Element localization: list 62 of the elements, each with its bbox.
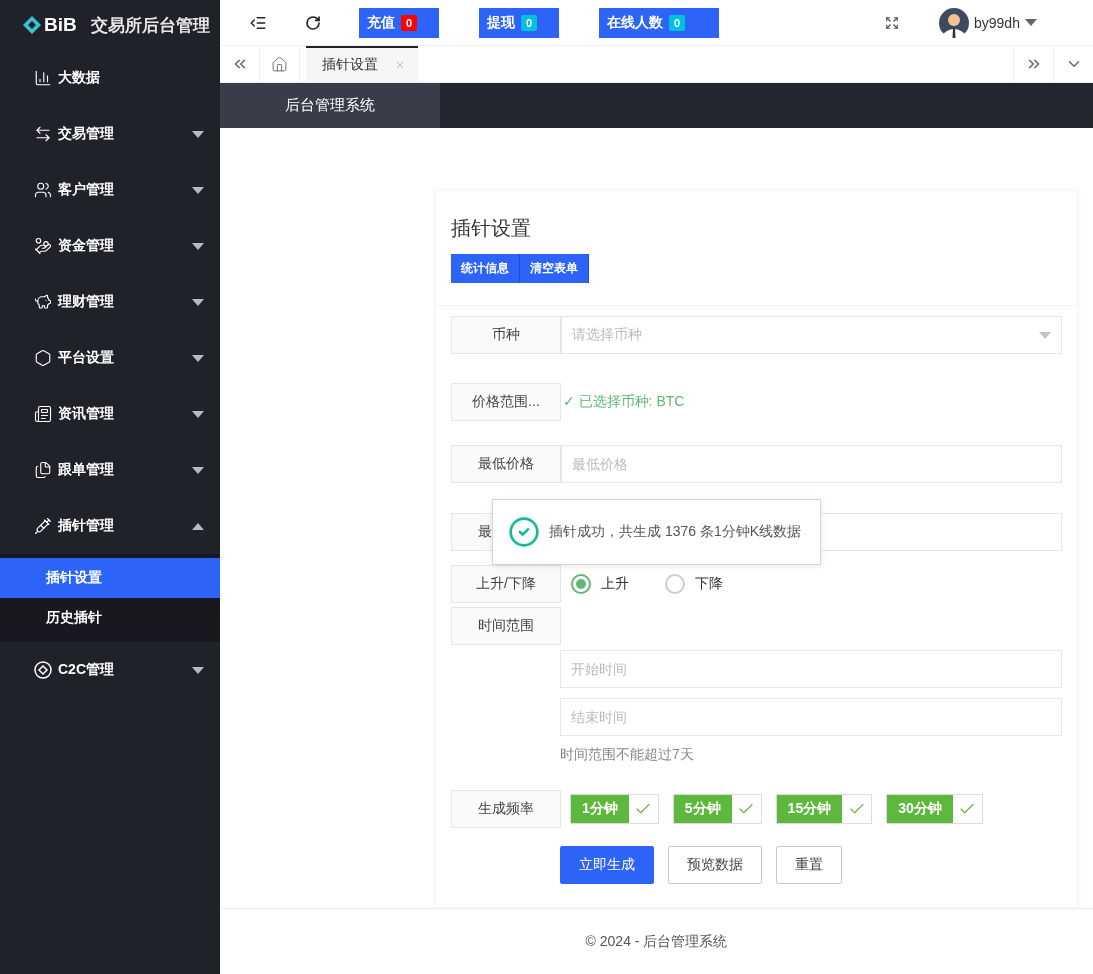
field-label: 币种 <box>451 316 561 354</box>
count-badge: 0 <box>401 14 418 31</box>
input-field[interactable]: 最低价格 <box>561 445 1062 483</box>
radio-option[interactable]: 上升 <box>571 574 629 594</box>
piggy-bank-icon <box>34 293 52 311</box>
sidebar-item[interactable]: 跟单管理 <box>0 442 220 498</box>
page-tab[interactable]: 插针设置 <box>306 46 418 82</box>
sidebar-item[interactable]: 插针管理 <box>0 498 220 554</box>
stat-button[interactable]: 充值 0 <box>359 7 439 38</box>
count-badge: 0 <box>521 14 538 31</box>
sidebar-item[interactable]: C2C管理 <box>0 642 220 698</box>
footer-text: © 2024 - 后台管理系统 <box>585 932 728 951</box>
refresh-icon[interactable] <box>305 14 321 31</box>
sidebar-item[interactable]: 大数据 <box>0 50 220 106</box>
close-icon[interactable] <box>394 59 406 71</box>
action-button[interactable]: 统计信息 <box>451 254 520 283</box>
caret-down-icon[interactable] <box>1024 19 1037 27</box>
field-label: 时间范围 <box>451 607 561 645</box>
selection-note: ✓ 已选择币种: BTC <box>563 393 685 411</box>
stat-button[interactable]: 提现 0 <box>479 7 559 38</box>
hexagon-icon <box>34 349 52 367</box>
home-icon <box>271 55 288 73</box>
hint-text: 时间范围不能超过7天 <box>560 746 695 764</box>
sidebar-item[interactable]: 资金管理 <box>0 218 220 274</box>
action-button[interactable]: 清空表单 <box>520 254 589 283</box>
sidebar-item[interactable]: 理财管理 <box>0 274 220 330</box>
form-button[interactable]: 预览数据 <box>668 846 762 884</box>
diamond-circle-icon <box>34 661 52 679</box>
field-label: 生成频率 <box>451 790 561 828</box>
caret-down-icon <box>1039 331 1051 339</box>
section-tab[interactable]: 后台管理系统 <box>220 82 440 128</box>
sidebar-item[interactable]: 资讯管理 <box>0 386 220 442</box>
count-badge: 0 <box>669 14 686 31</box>
arrows-icon <box>34 125 52 143</box>
users-icon <box>34 181 52 199</box>
money-bag-icon <box>34 237 52 255</box>
username[interactable]: by99dh <box>974 14 1020 31</box>
avatar <box>939 7 969 38</box>
form-button[interactable]: 重置 <box>776 846 842 884</box>
field-label: 最低价格 <box>451 445 561 483</box>
form-button[interactable]: 立即生成 <box>560 846 654 884</box>
newspaper-icon <box>34 405 52 423</box>
card-title: 插针设置 <box>451 216 532 241</box>
syringe-icon <box>34 517 52 535</box>
sidebar-item[interactable]: 客户管理 <box>0 162 220 218</box>
files-icon <box>34 461 52 479</box>
field-label: 上升/下降 <box>451 565 561 603</box>
radio-option[interactable]: 下降 <box>665 574 723 594</box>
fullscreen-icon[interactable] <box>885 15 899 30</box>
end-time-field[interactable]: 结束时间 <box>560 698 1062 736</box>
stat-button[interactable]: 在线人数 0 <box>599 7 719 38</box>
chart-icon <box>34 69 52 87</box>
start-time-field[interactable]: 开始时间 <box>560 650 1062 688</box>
app-title: 交易所后台管理 <box>90 14 210 37</box>
success-icon <box>508 516 540 548</box>
field-label: 价格范围... <box>451 383 561 421</box>
sidebar-item[interactable]: 交易管理 <box>0 106 220 162</box>
logo-icon <box>22 15 42 35</box>
sidebar-subitem[interactable]: 插针设置 <box>0 558 220 598</box>
sidebar-subitem[interactable]: 历史插针 <box>0 598 220 638</box>
brand-name: BiB <box>44 14 77 36</box>
sidebar-item[interactable]: 平台设置 <box>0 330 220 386</box>
